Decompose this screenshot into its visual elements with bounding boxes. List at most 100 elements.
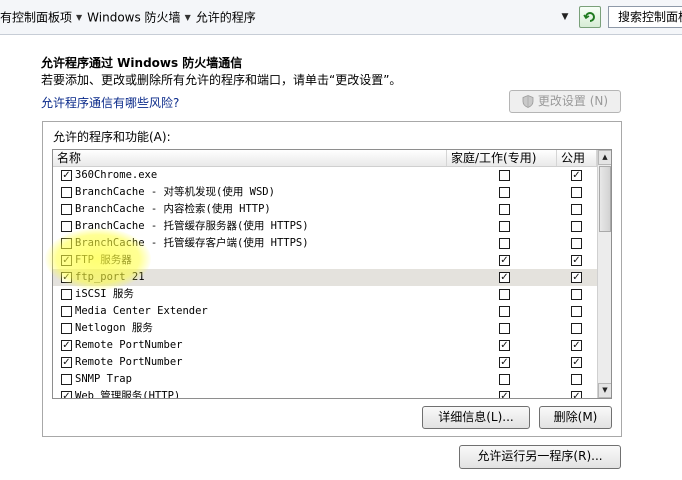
page-title: 允许程序通过 Windows 防火墙通信 [41,56,243,70]
enabled-checkbox[interactable]: ✓ [61,272,72,283]
table-row[interactable]: BranchCache - 托管缓存客户端(使用 HTTPS) [53,235,597,252]
program-name: SNMP Trap [75,373,132,385]
enabled-checkbox[interactable]: ✓ [61,340,72,351]
address-history-dropdown-icon[interactable]: ▼ [558,10,572,24]
enabled-checkbox[interactable] [61,204,72,215]
delete-button[interactable]: 删除(M) [539,406,612,429]
change-settings-button[interactable]: 更改设置 (N) [509,90,621,113]
home-work-checkbox[interactable] [499,170,510,181]
address-bar: 有控制面板项 ▼ Windows 防火墙 ▼ 允许的程序 ▼ 搜索控制面板 [0,0,682,35]
table-row[interactable]: BranchCache - 托管缓存服务器(使用 HTTPS) [53,218,597,235]
program-name: BranchCache - 对等机发现(使用 WSD) [75,186,275,198]
program-name: ftp_port 21 [75,271,145,283]
home-work-checkbox[interactable] [499,187,510,198]
breadcrumb-item-allowed-programs[interactable]: 允许的程序 [196,11,256,25]
column-header-name[interactable]: 名称 [53,150,447,166]
home-work-checkbox[interactable] [499,204,510,215]
public-checkbox[interactable]: ✓ [571,272,582,283]
enabled-checkbox[interactable] [61,306,72,317]
risk-help-link[interactable]: 允许程序通信有哪些风险? [41,94,179,111]
program-name: Netlogon 服务 [75,322,153,334]
program-name: Remote PortNumber [75,356,183,368]
program-rows: ✓ 360Chrome.exe ✓ BranchCache - 对等机发现(使用 WS… [53,167,597,398]
enabled-checkbox[interactable]: ✓ [61,255,72,266]
table-row[interactable]: Netlogon 服务 [53,320,597,337]
enabled-checkbox[interactable] [61,187,72,198]
public-checkbox[interactable] [571,238,582,249]
table-row[interactable]: ✓ Remote PortNumber ✓ ✓ [53,337,597,354]
vertical-scrollbar[interactable]: ▲ ▼ [597,150,611,398]
home-work-checkbox[interactable] [499,323,510,334]
refresh-button[interactable] [579,6,601,28]
table-row[interactable]: ✓ FTP 服务器 ✓ ✓ [53,252,597,269]
scroll-down-arrow-icon[interactable]: ▼ [598,383,611,398]
public-checkbox[interactable]: ✓ [571,357,582,368]
home-work-checkbox[interactable] [499,289,510,300]
table-row[interactable]: Media Center Extender [53,303,597,320]
allow-another-program-button[interactable]: 允许运行另一程序(R)... [459,445,621,469]
enabled-checkbox[interactable]: ✓ [61,357,72,368]
column-header-public[interactable]: 公用 [557,150,597,166]
home-work-checkbox[interactable]: ✓ [499,272,510,283]
public-checkbox[interactable] [571,323,582,334]
program-name: BranchCache - 托管缓存客户端(使用 HTTPS) [75,237,309,249]
program-name: 360Chrome.exe [75,169,158,181]
public-checkbox[interactable]: ✓ [571,255,582,266]
home-work-checkbox[interactable] [499,306,510,317]
public-checkbox[interactable] [571,204,582,215]
enabled-checkbox[interactable] [61,374,72,385]
table-row[interactable]: ✓ Web 管理服务(HTTP) ✓ ✓ [53,388,597,398]
column-header-home-work[interactable]: 家庭/工作(专用) [447,150,557,166]
home-work-checkbox[interactable]: ✓ [499,357,510,368]
enabled-checkbox[interactable]: ✓ [61,391,72,398]
enabled-checkbox[interactable]: ✓ [61,170,72,181]
home-work-checkbox[interactable] [499,221,510,232]
public-checkbox[interactable] [571,306,582,317]
program-name: iSCSI 服务 [75,288,134,300]
enabled-checkbox[interactable] [61,289,72,300]
table-row[interactable]: ✓ 360Chrome.exe ✓ [53,167,597,184]
public-checkbox[interactable] [571,374,582,385]
home-work-checkbox[interactable]: ✓ [499,255,510,266]
program-name: FTP 服务器 [75,254,132,266]
enabled-checkbox[interactable] [61,221,72,232]
home-work-checkbox[interactable] [499,238,510,249]
change-settings-label: 更改设置 (N) [537,94,609,108]
chevron-down-icon[interactable]: ▼ [185,13,191,22]
public-checkbox[interactable] [571,187,582,198]
page-description: 若要添加、更改或删除所有允许的程序和端口，请单击“更改设置”。 [41,73,402,87]
table-row[interactable]: iSCSI 服务 [53,286,597,303]
public-checkbox[interactable] [571,221,582,232]
allowed-programs-label: 允许的程序和功能(A): [53,130,171,144]
table-row[interactable]: ✓ Remote PortNumber ✓ ✓ [53,354,597,371]
list-header: 名称 家庭/工作(专用) 公用 [53,150,597,167]
breadcrumb-item-windows-firewall[interactable]: Windows 防火墙 [87,11,180,25]
public-checkbox[interactable] [571,289,582,300]
allowed-programs-list[interactable]: 名称 家庭/工作(专用) 公用 ✓ 360Chrome.exe ✓ BranchCac… [52,149,612,399]
table-row[interactable]: BranchCache - 内容检索(使用 HTTP) [53,201,597,218]
home-work-checkbox[interactable]: ✓ [499,340,510,351]
enabled-checkbox[interactable] [61,238,72,249]
program-name: Media Center Extender [75,305,208,317]
breadcrumb-item-control-panel-items[interactable]: 有控制面板项 [0,11,72,25]
refresh-icon [583,12,595,22]
public-checkbox[interactable]: ✓ [571,340,582,351]
home-work-checkbox[interactable] [499,374,510,385]
program-name: BranchCache - 托管缓存服务器(使用 HTTPS) [75,220,309,232]
search-input[interactable]: 搜索控制面板 [608,6,682,28]
home-work-checkbox[interactable]: ✓ [499,391,510,398]
public-checkbox[interactable]: ✓ [571,391,582,398]
chevron-down-icon[interactable]: ▼ [76,13,82,22]
table-row[interactable]: BranchCache - 对等机发现(使用 WSD) [53,184,597,201]
scrollbar-thumb[interactable] [599,166,611,232]
table-row[interactable]: SNMP Trap [53,371,597,388]
table-row[interactable]: ✓ ftp_port 21 ✓ ✓ [53,269,597,286]
shield-icon [522,95,534,108]
program-name: Remote PortNumber [75,339,183,351]
public-checkbox[interactable]: ✓ [571,170,582,181]
program-name: BranchCache - 内容检索(使用 HTTP) [75,203,271,215]
enabled-checkbox[interactable] [61,323,72,334]
scroll-up-arrow-icon[interactable]: ▲ [598,150,611,165]
breadcrumb[interactable]: 有控制面板项 ▼ Windows 防火墙 ▼ 允许的程序 [0,8,256,26]
details-button[interactable]: 详细信息(L)... [422,406,530,429]
